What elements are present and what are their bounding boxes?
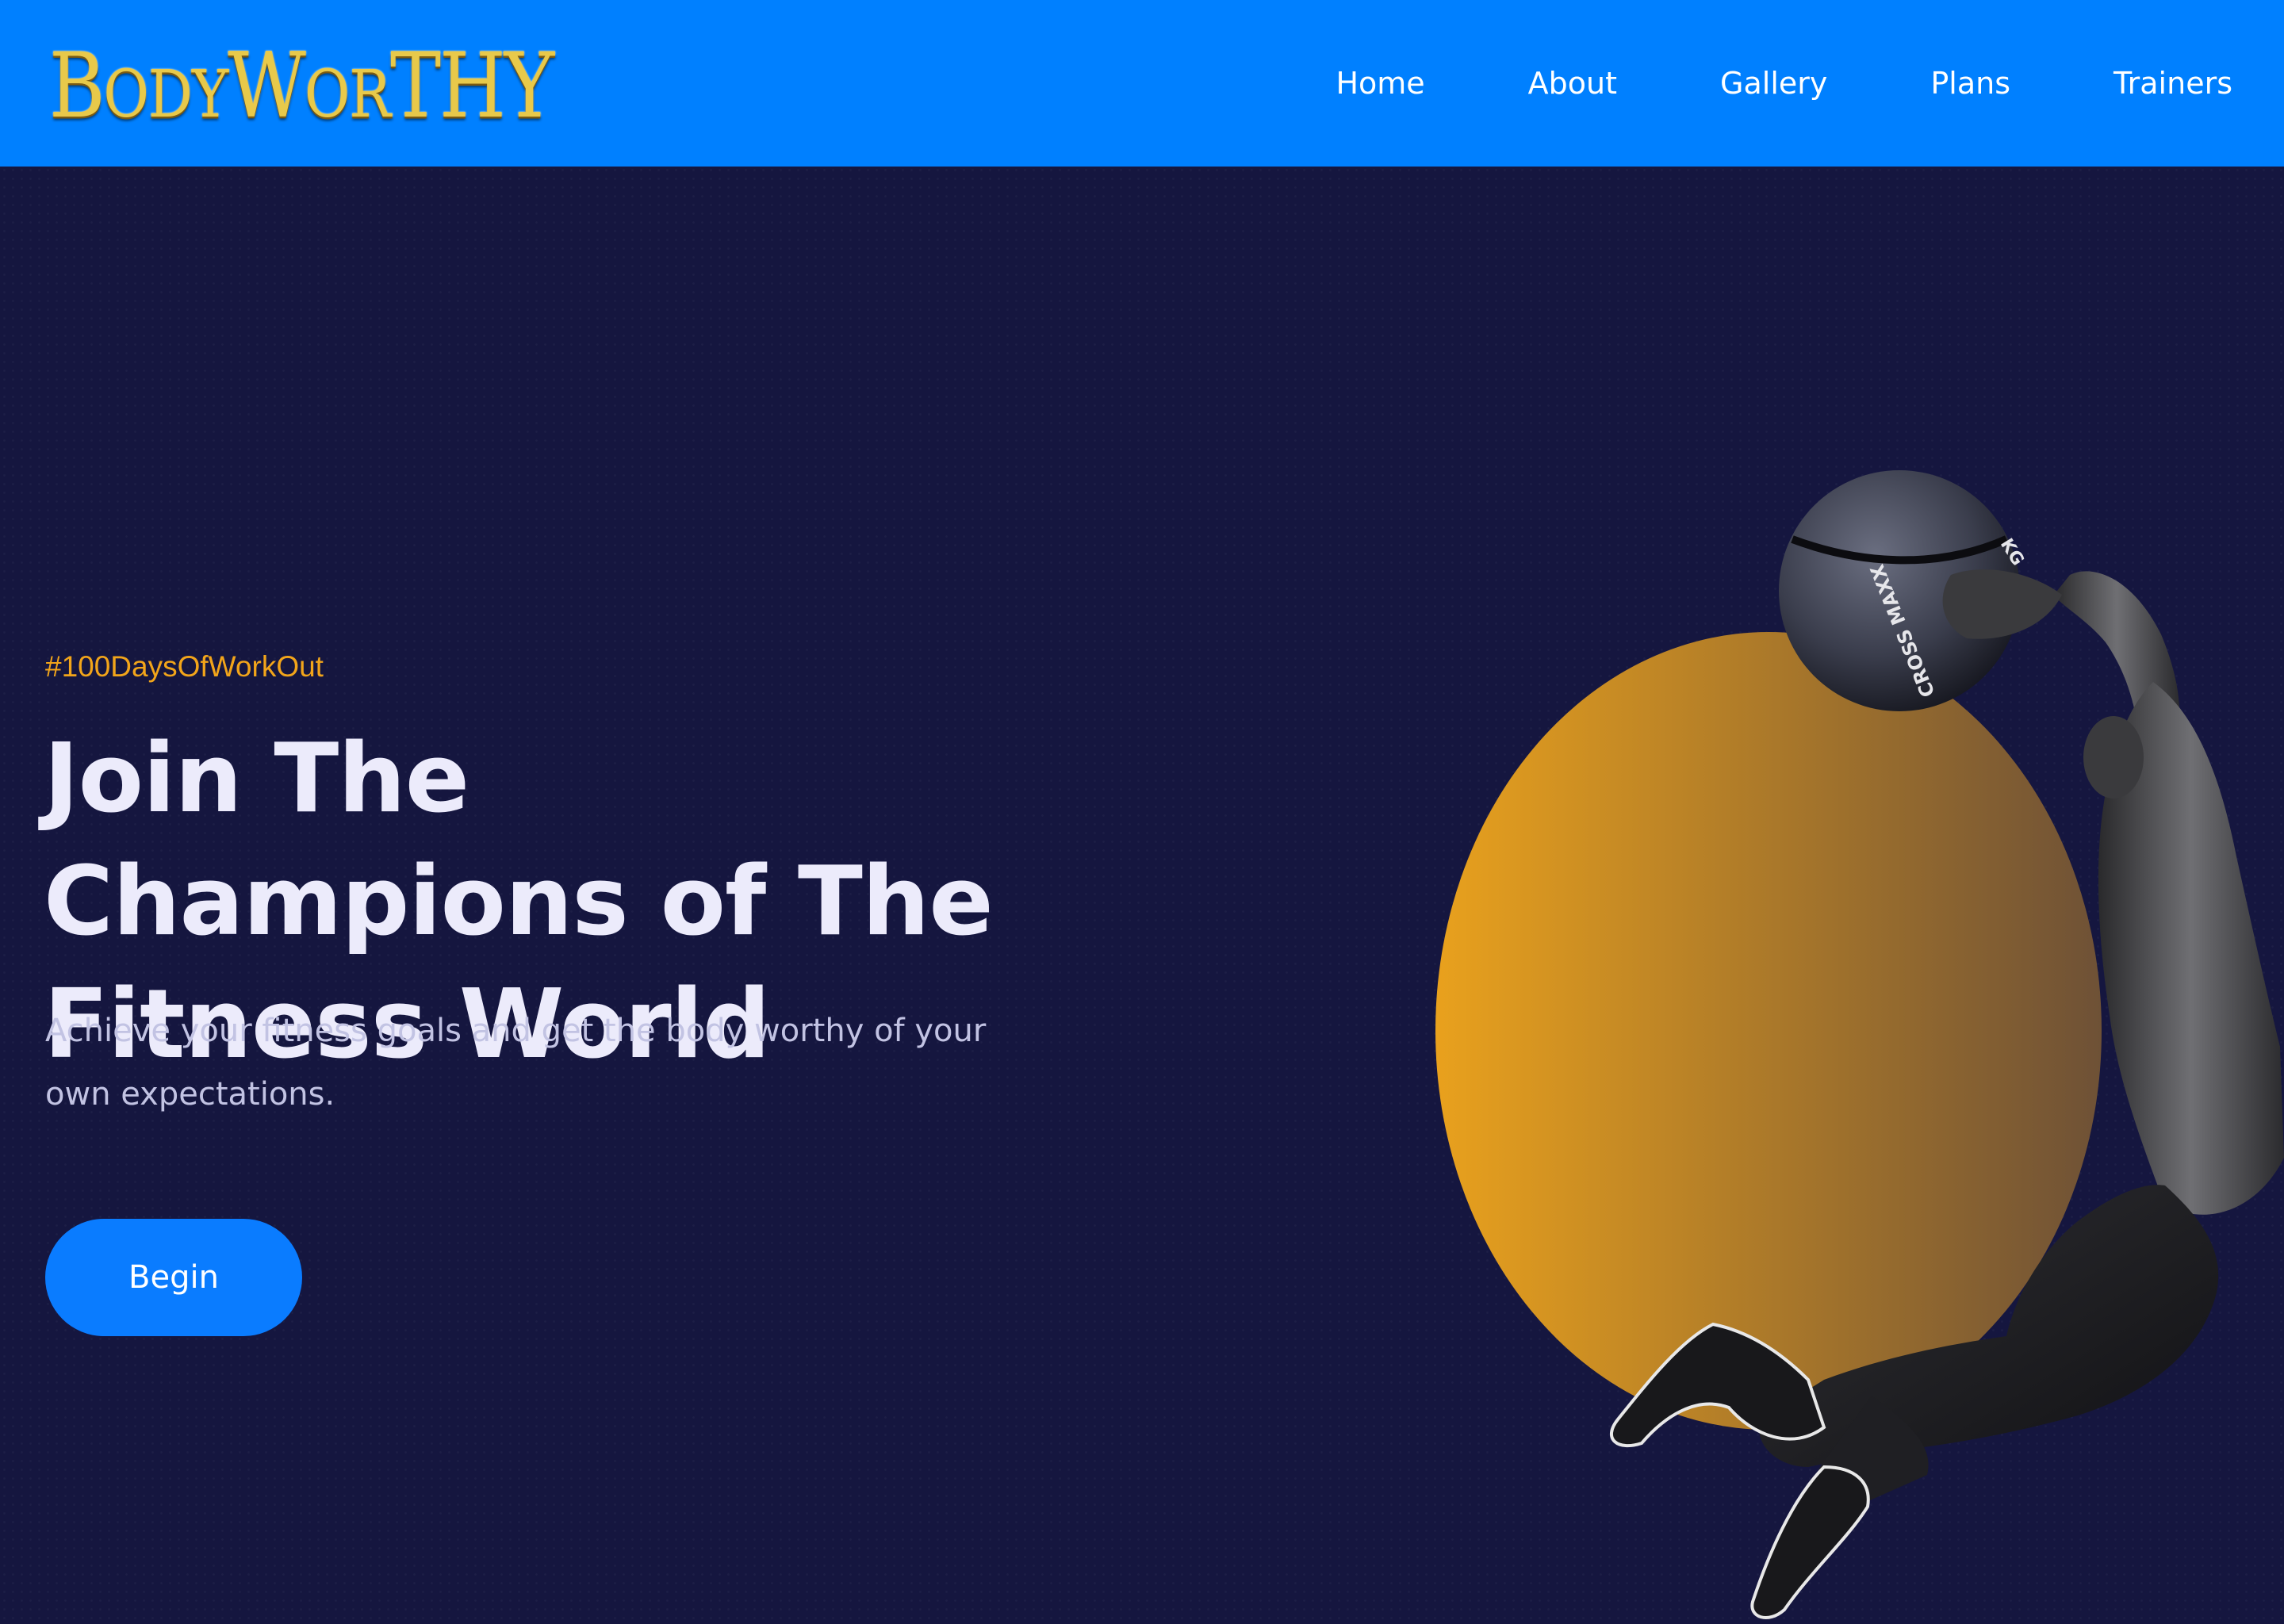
nav-trainers-link[interactable]: Trainers [2113, 66, 2232, 101]
begin-button[interactable]: Begin [45, 1219, 302, 1336]
page: BODYWORTHY Home About Gallery Plans Trai… [0, 0, 2284, 1624]
athlete-hand [1942, 569, 2062, 639]
site-header: BODYWORTHY Home About Gallery Plans Trai… [0, 0, 2284, 167]
logo-part: THY [390, 33, 554, 139]
orange-orb [1435, 632, 2102, 1430]
nav-gallery-link[interactable]: Gallery [1720, 66, 1827, 101]
logo-part: ODY [103, 56, 229, 132]
athlete-back-shoe [1750, 1465, 1870, 1619]
main-nav: Home About Gallery Plans Trainers [1336, 66, 2232, 101]
athlete-illustration: KG CROSS MAXX [1435, 470, 2284, 1619]
brand-logo[interactable]: BODYWORTHY [49, 40, 554, 132]
nav-plans-link[interactable]: Plans [1930, 66, 2010, 101]
nav-home-link[interactable]: Home [1336, 66, 1424, 101]
logo-part: B [49, 33, 105, 139]
athlete-head [2083, 716, 2144, 799]
nav-about-link[interactable]: About [1528, 66, 1617, 101]
hero-subtext: Achieve your fitness goals and get the b… [45, 1013, 987, 1113]
logo-part: W [228, 33, 306, 139]
hero-hashtag: #100DaysOfWorkOut [45, 650, 324, 683]
logo-part: OR [304, 56, 391, 132]
